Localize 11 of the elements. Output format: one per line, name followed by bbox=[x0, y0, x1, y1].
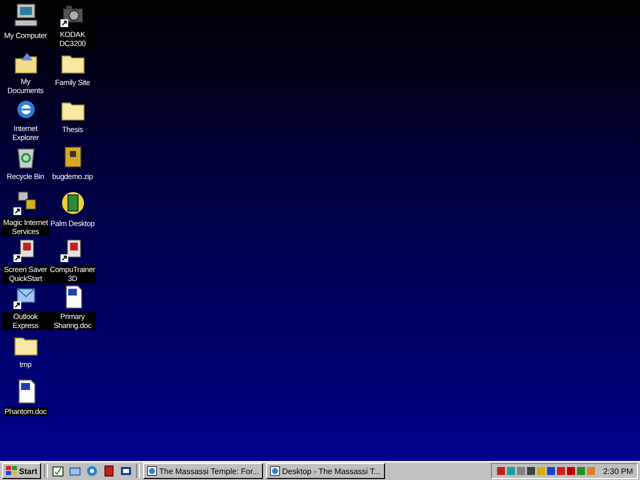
browser-page-icon bbox=[147, 466, 158, 476]
windows-logo-icon bbox=[6, 466, 17, 476]
tray-icons-drawing[interactable] bbox=[496, 466, 596, 476]
taskbar-button[interactable]: The Massassi Temple: For... bbox=[143, 463, 264, 479]
browser-page-icon bbox=[270, 466, 280, 476]
book-icon[interactable] bbox=[102, 464, 116, 478]
desktop-icon[interactable] bbox=[51, 464, 66, 478]
computer-icon[interactable] bbox=[12, 1, 40, 29]
clock: 2:30 PM bbox=[603, 466, 633, 476]
taskbar-button[interactable]: Desktop - The Massassi T... bbox=[266, 463, 385, 479]
start-button[interactable]: Start bbox=[2, 463, 42, 479]
